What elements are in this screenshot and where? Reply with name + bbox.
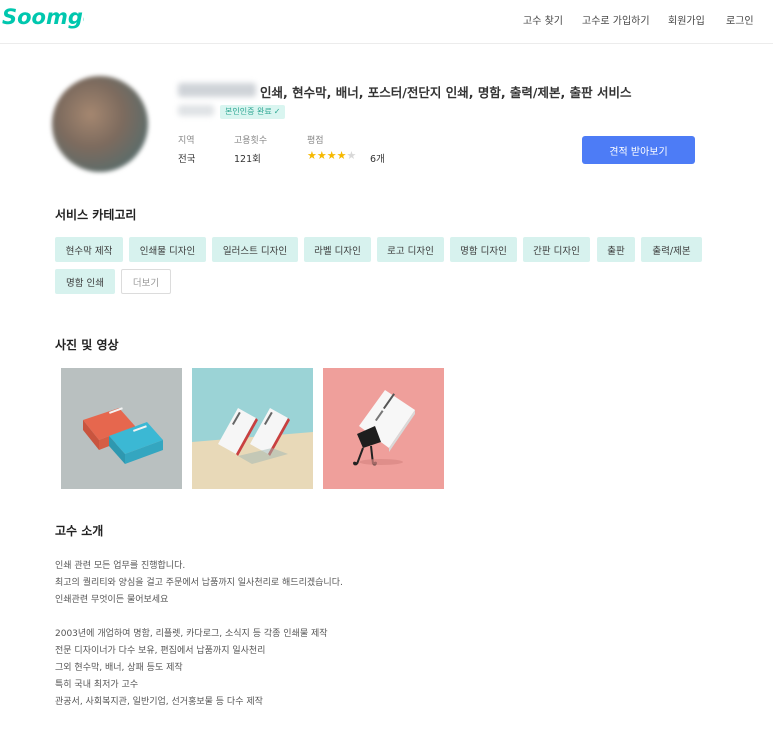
category-chip[interactable]: 출판 xyxy=(597,237,635,262)
hires-value: 121회 xyxy=(234,154,261,165)
intro-line: 그외 현수막, 배너, 상패 등도 제작 xyxy=(55,663,183,673)
standing-cards-photo[interactable] xyxy=(192,368,313,489)
category-chip[interactable]: 간판 디자인 xyxy=(523,237,590,262)
intro-line: 인쇄 관련 모든 업무를 진행합니다. xyxy=(55,561,186,571)
verified-badge: 본인인증 완료 ✓ xyxy=(220,105,286,119)
intro-line: 전문 디자이너가 다수 보유, 편집에서 납품까지 일사천리 xyxy=(55,646,266,656)
more-categories-button[interactable]: 더보기 xyxy=(121,269,171,294)
nav-join-as-pro[interactable]: 고수로 가입하기 xyxy=(582,12,650,27)
category-chip[interactable]: 명함 디자인 xyxy=(450,237,517,262)
blurred-pro-name xyxy=(178,83,256,97)
star-icon: ★ xyxy=(326,149,337,162)
intro-line: 관공서, 사회복지관, 일반기업, 선거홍보물 등 다수 제작 xyxy=(55,697,263,707)
profile-avatar xyxy=(52,76,148,172)
soomgo-logo[interactable]: Soomgo xyxy=(2,2,84,32)
intro-line: 특히 국내 최저가 고수 xyxy=(55,680,139,690)
nav-login[interactable]: 로그인 xyxy=(726,12,754,27)
category-chip[interactable]: 일러스트 디자인 xyxy=(212,237,298,262)
nav-find-pro[interactable]: 고수 찾기 xyxy=(523,12,563,27)
category-chip[interactable]: 출력/제본 xyxy=(641,237,702,262)
category-chip[interactable]: 로고 디자인 xyxy=(377,237,444,262)
intro-title: 고수 소개 xyxy=(55,524,104,538)
profile-headline: 인쇄, 현수막, 배너, 포스터/전단지 인쇄, 명함, 출력/제본, 출판 서… xyxy=(260,85,632,100)
rating-stars: ★★★★★ xyxy=(307,149,356,162)
intro-line: 인쇄관련 무엇이든 물어보세요 xyxy=(55,595,169,605)
category-chip[interactable]: 라벨 디자인 xyxy=(304,237,371,262)
business-card-stack-photo[interactable] xyxy=(61,368,182,489)
star-icon: ★ xyxy=(336,149,347,162)
rating-label: 평점 xyxy=(307,136,324,146)
check-icon: ✓ xyxy=(273,107,281,116)
review-count[interactable]: 6개 xyxy=(370,151,385,165)
media-title: 사진 및 영상 xyxy=(55,338,119,352)
intro-line: 2003년에 개업하여 명함, 리플렛, 카다로그, 소식지 등 각종 인쇄물 … xyxy=(55,629,328,639)
intro-line: 최고의 퀄리티와 양심을 걸고 주문에서 납품까지 일사천리로 해드리겠습니다. xyxy=(55,578,343,588)
verified-badge-label: 본인인증 완료 xyxy=(225,107,272,116)
star-icon: ★ xyxy=(307,149,317,162)
region-label: 지역 xyxy=(178,136,195,146)
category-chip[interactable]: 명함 인쇄 xyxy=(55,269,115,294)
star-empty-icon: ★ xyxy=(346,149,357,162)
blurred-sub-info xyxy=(178,105,214,116)
category-chip[interactable]: 현수막 제작 xyxy=(55,237,123,262)
region-value: 전국 xyxy=(178,154,196,165)
hires-label: 고용횟수 xyxy=(234,136,268,146)
services-title: 서비스 카테고리 xyxy=(55,208,137,222)
top-navigation-bar: Soomgo 고수 찾기 고수로 가입하기 회원가입 로그인 xyxy=(0,0,773,44)
request-quote-button[interactable]: 견적 받아보기 xyxy=(582,136,695,164)
binder-clip-card-photo[interactable] xyxy=(323,368,444,489)
svg-text:Soomgo: Soomgo xyxy=(2,5,84,29)
star-icon: ★ xyxy=(316,149,327,162)
nav-sign-up[interactable]: 회원가입 xyxy=(668,12,705,27)
category-chip[interactable]: 인쇄물 디자인 xyxy=(129,237,206,262)
